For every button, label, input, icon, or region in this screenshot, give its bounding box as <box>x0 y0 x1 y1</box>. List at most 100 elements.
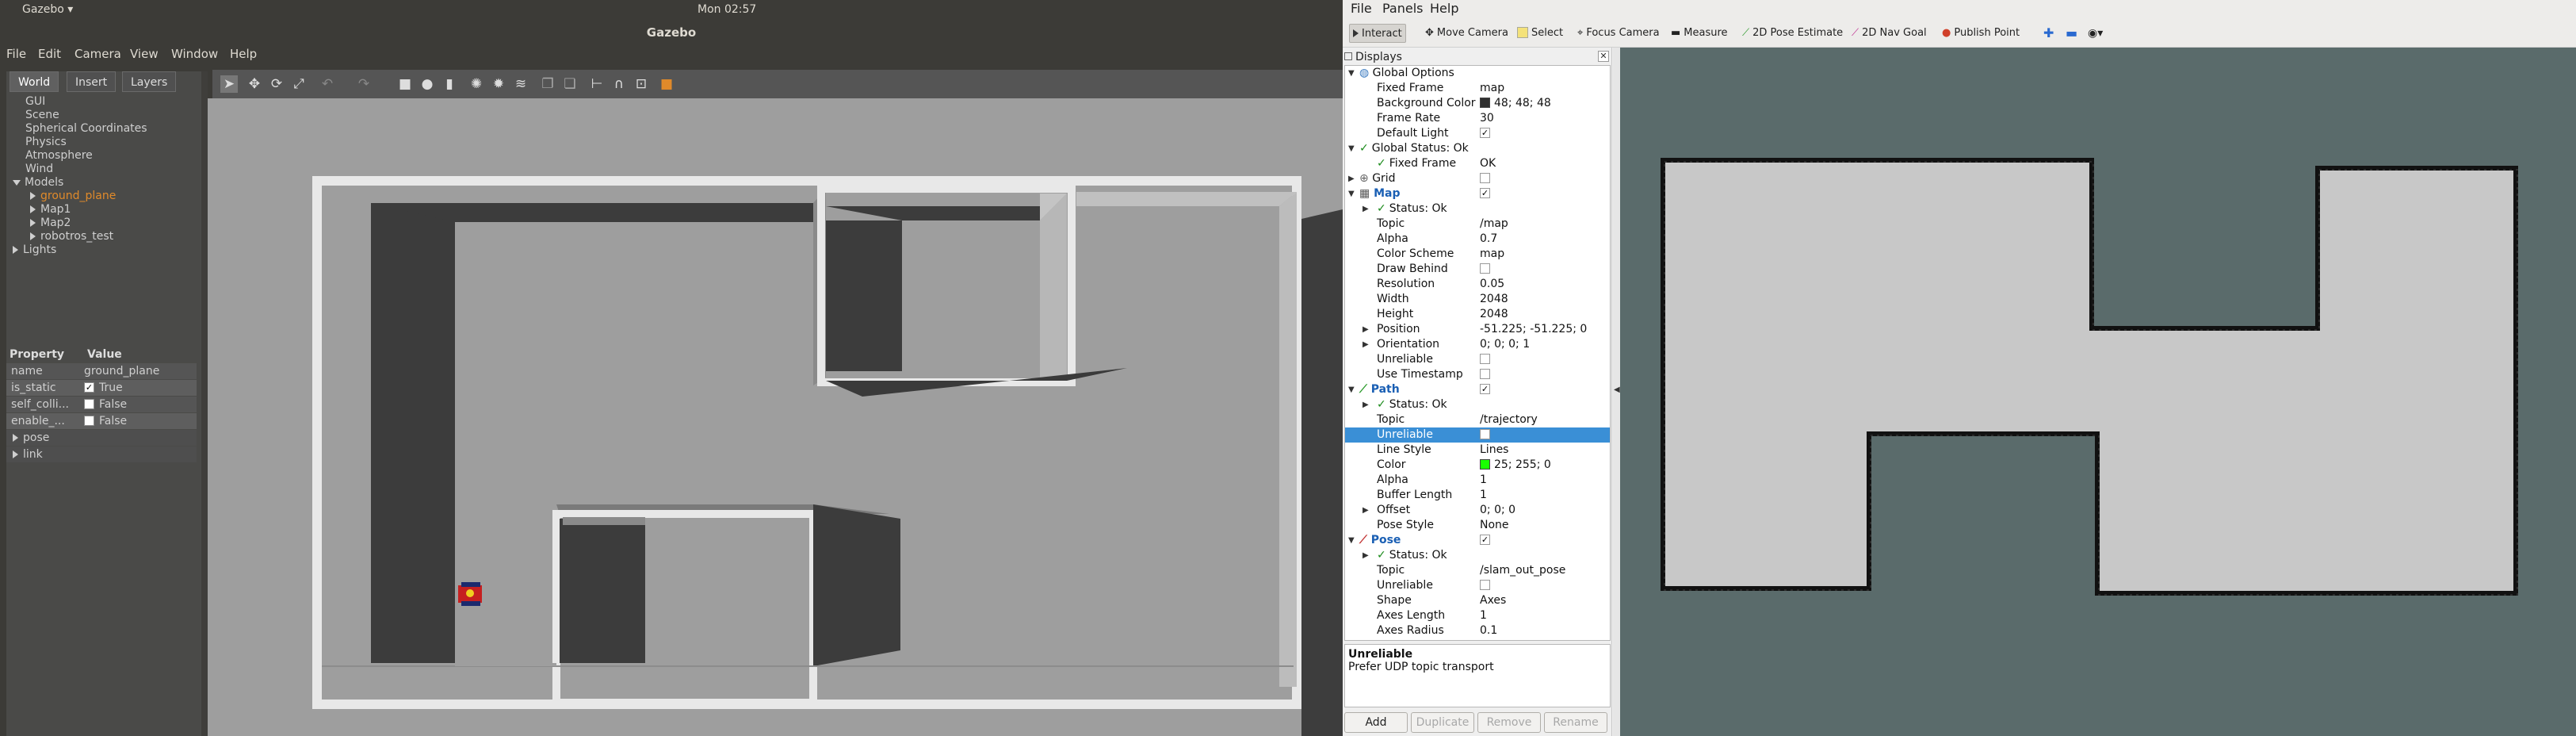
path-prop-unreliable[interactable]: Unreliable <box>1345 427 1610 443</box>
menu-help[interactable]: Help <box>230 47 257 61</box>
prop-value[interactable]: /trajectory <box>1480 412 1538 427</box>
map-prop-use-timestamp[interactable]: Use Timestamp <box>1345 367 1610 382</box>
cylinder-shape-icon[interactable]: ▮ <box>441 75 458 93</box>
tab-layers[interactable]: Layers <box>122 71 177 92</box>
close-icon[interactable]: ✕ <box>1598 51 1609 62</box>
map-prop-draw-behind[interactable]: Draw Behind <box>1345 262 1610 277</box>
map-prop-color-scheme[interactable]: Color Scheme map <box>1345 247 1610 262</box>
color-swatch[interactable] <box>1480 458 1490 470</box>
tree-item-scene[interactable]: Scene <box>25 109 59 122</box>
spot-light-icon[interactable]: ✹ <box>490 75 507 93</box>
rviz-3d-view[interactable] <box>1620 48 2576 736</box>
tree-item-atmosphere[interactable]: Atmosphere <box>25 149 93 163</box>
app-menu[interactable]: Gazebo ▾ <box>22 3 73 16</box>
redo-icon[interactable]: ↷ <box>355 75 373 93</box>
pose-prop-unreliable[interactable]: Unreliable <box>1345 578 1610 593</box>
checkbox[interactable] <box>1480 579 1490 590</box>
display-global-status[interactable]: ▼ ✓ Global Status: Ok <box>1345 141 1610 156</box>
checkbox[interactable] <box>84 398 94 409</box>
pose-status[interactable]: ▶ ✓ Status: Ok <box>1345 548 1610 563</box>
menu-panels[interactable]: Panels <box>1382 1 1424 16</box>
display-grid[interactable]: ▶ ⊕ Grid <box>1345 171 1610 186</box>
prop-value[interactable]: /map <box>1480 217 1508 232</box>
checkbox[interactable] <box>1480 172 1490 183</box>
box-shape-icon[interactable]: ■ <box>396 75 414 93</box>
prop-value[interactable]: 0.1 <box>1480 623 1497 638</box>
pose-prop-topic[interactable]: Topic/slam_out_pose <box>1345 563 1610 578</box>
remove-button[interactable]: Remove <box>1477 712 1541 733</box>
undo-icon[interactable]: ↶ <box>319 75 336 93</box>
pose-prop-axes-length[interactable]: Axes Length 1 <box>1345 608 1610 623</box>
rename-button[interactable]: Rename <box>1544 712 1607 733</box>
prop-default-light[interactable]: Default Light ✓ <box>1345 126 1610 141</box>
tree-item-ground-plane[interactable]: ground_plane <box>30 190 116 203</box>
tree-item-lights[interactable]: Lights <box>13 243 56 257</box>
prop-value[interactable]: 0.7 <box>1480 232 1497 247</box>
prop-value[interactable]: 0; 0; 0 <box>1480 503 1515 518</box>
paste-icon[interactable]: ❏ <box>561 75 579 93</box>
duplicate-button[interactable]: Duplicate <box>1411 712 1474 733</box>
tool-interact[interactable]: Interact <box>1349 24 1406 43</box>
path-prop-pose-style[interactable]: Pose Style None <box>1345 518 1610 533</box>
tool-2d-pose-estimate[interactable]: ⟋ 2D Pose Estimate <box>1739 24 1846 43</box>
add-tool-icon[interactable]: ✚ <box>2040 24 2057 43</box>
prop-row-self-collide[interactable]: self_colli... False <box>6 397 197 412</box>
display-path[interactable]: ▼ ⟋ Path ✓ <box>1345 382 1610 397</box>
prop-fixed-frame[interactable]: Fixed Frame map <box>1345 81 1610 96</box>
prop-value[interactable]: map <box>1480 81 1504 96</box>
checkbox-checked[interactable]: ✓ <box>84 381 94 393</box>
prop-frame-rate[interactable]: Frame Rate 30 <box>1345 111 1610 126</box>
panel-splitter[interactable] <box>201 71 208 736</box>
prop-value[interactable]: 1 <box>1480 608 1487 623</box>
align-icon[interactable]: ⊢ <box>588 75 606 93</box>
map-prop-topic[interactable]: Topic/map <box>1345 217 1610 232</box>
checkbox[interactable] <box>1480 353 1490 364</box>
menu-file[interactable]: File <box>1351 1 1372 16</box>
remove-tool-icon[interactable]: ▬ <box>2062 24 2081 43</box>
checkbox-checked[interactable]: ✓ <box>1480 187 1490 198</box>
path-prop-line-style[interactable]: Line Style Lines <box>1345 443 1610 458</box>
copy-icon[interactable]: ❐ <box>539 75 556 93</box>
prop-value[interactable]: 1 <box>1480 488 1487 503</box>
menu-help[interactable]: Help <box>1430 1 1458 16</box>
prop-group-pose[interactable]: pose <box>6 430 197 446</box>
map-prop-alpha[interactable]: Alpha 0.7 <box>1345 232 1610 247</box>
checkbox-checked[interactable]: ✓ <box>1480 127 1490 138</box>
path-prop-alpha[interactable]: Alpha 1 <box>1345 473 1610 488</box>
menu-window[interactable]: Window <box>171 47 218 61</box>
tree-item-map2[interactable]: Map2 <box>30 217 71 230</box>
change-view-icon[interactable]: ⊡ <box>633 75 650 93</box>
add-button[interactable]: Add <box>1344 712 1408 733</box>
tool-2d-nav-goal[interactable]: ⟋ 2D Nav Goal <box>1848 24 1930 43</box>
map-prop-height[interactable]: Height 2048 <box>1345 307 1610 322</box>
display-map[interactable]: ▼ ▦ Map ✓ <box>1345 186 1610 201</box>
menu-file[interactable]: File <box>6 47 26 61</box>
prop-group-link[interactable]: link <box>6 447 197 462</box>
sphere-shape-icon[interactable]: ● <box>419 75 436 93</box>
display-pose[interactable]: ▼ ⟋ Pose ✓ <box>1345 533 1610 548</box>
prop-background-color[interactable]: Background Color 48; 48; 48 <box>1345 96 1610 111</box>
prop-row-is-static[interactable]: is_static ✓ True <box>6 380 197 396</box>
prop-value[interactable]: None <box>1480 518 1509 533</box>
pose-prop-axes-radius[interactable]: Axes Radius 0.1 <box>1345 623 1610 638</box>
prop-value[interactable]: Axes <box>1480 593 1506 608</box>
prop-value[interactable]: 30 <box>1480 111 1494 126</box>
tree-item-map1[interactable]: Map1 <box>30 203 71 217</box>
tree-item-models[interactable]: Models <box>13 176 63 190</box>
tool-move-camera[interactable]: ✥ Move Camera <box>1422 24 1512 43</box>
tree-item-physics[interactable]: Physics <box>25 136 67 149</box>
tab-insert[interactable]: Insert <box>67 71 117 92</box>
map-status[interactable]: ▶ ✓ Status: Ok <box>1345 201 1610 217</box>
map-prop-resolution[interactable]: Resolution 0.05 <box>1345 277 1610 292</box>
tool-measure[interactable]: ▬ Measure <box>1668 24 1731 43</box>
display-global-options[interactable]: ▼ ◍ Global Options <box>1345 66 1610 81</box>
prop-value[interactable]: map <box>1480 247 1504 262</box>
color-swatch[interactable] <box>1480 97 1490 108</box>
tool-publish-point[interactable]: ● Publish Point <box>1939 24 2023 43</box>
tree-item-gui[interactable]: GUI <box>25 95 45 109</box>
screenshot-icon[interactable]: ■ <box>658 75 675 93</box>
menu-camera[interactable]: Camera <box>75 47 121 61</box>
rviz-splitter[interactable]: ◀ <box>1613 48 1620 736</box>
tab-world[interactable]: World <box>10 71 59 92</box>
pose-prop-shape[interactable]: Shape Axes <box>1345 593 1610 608</box>
